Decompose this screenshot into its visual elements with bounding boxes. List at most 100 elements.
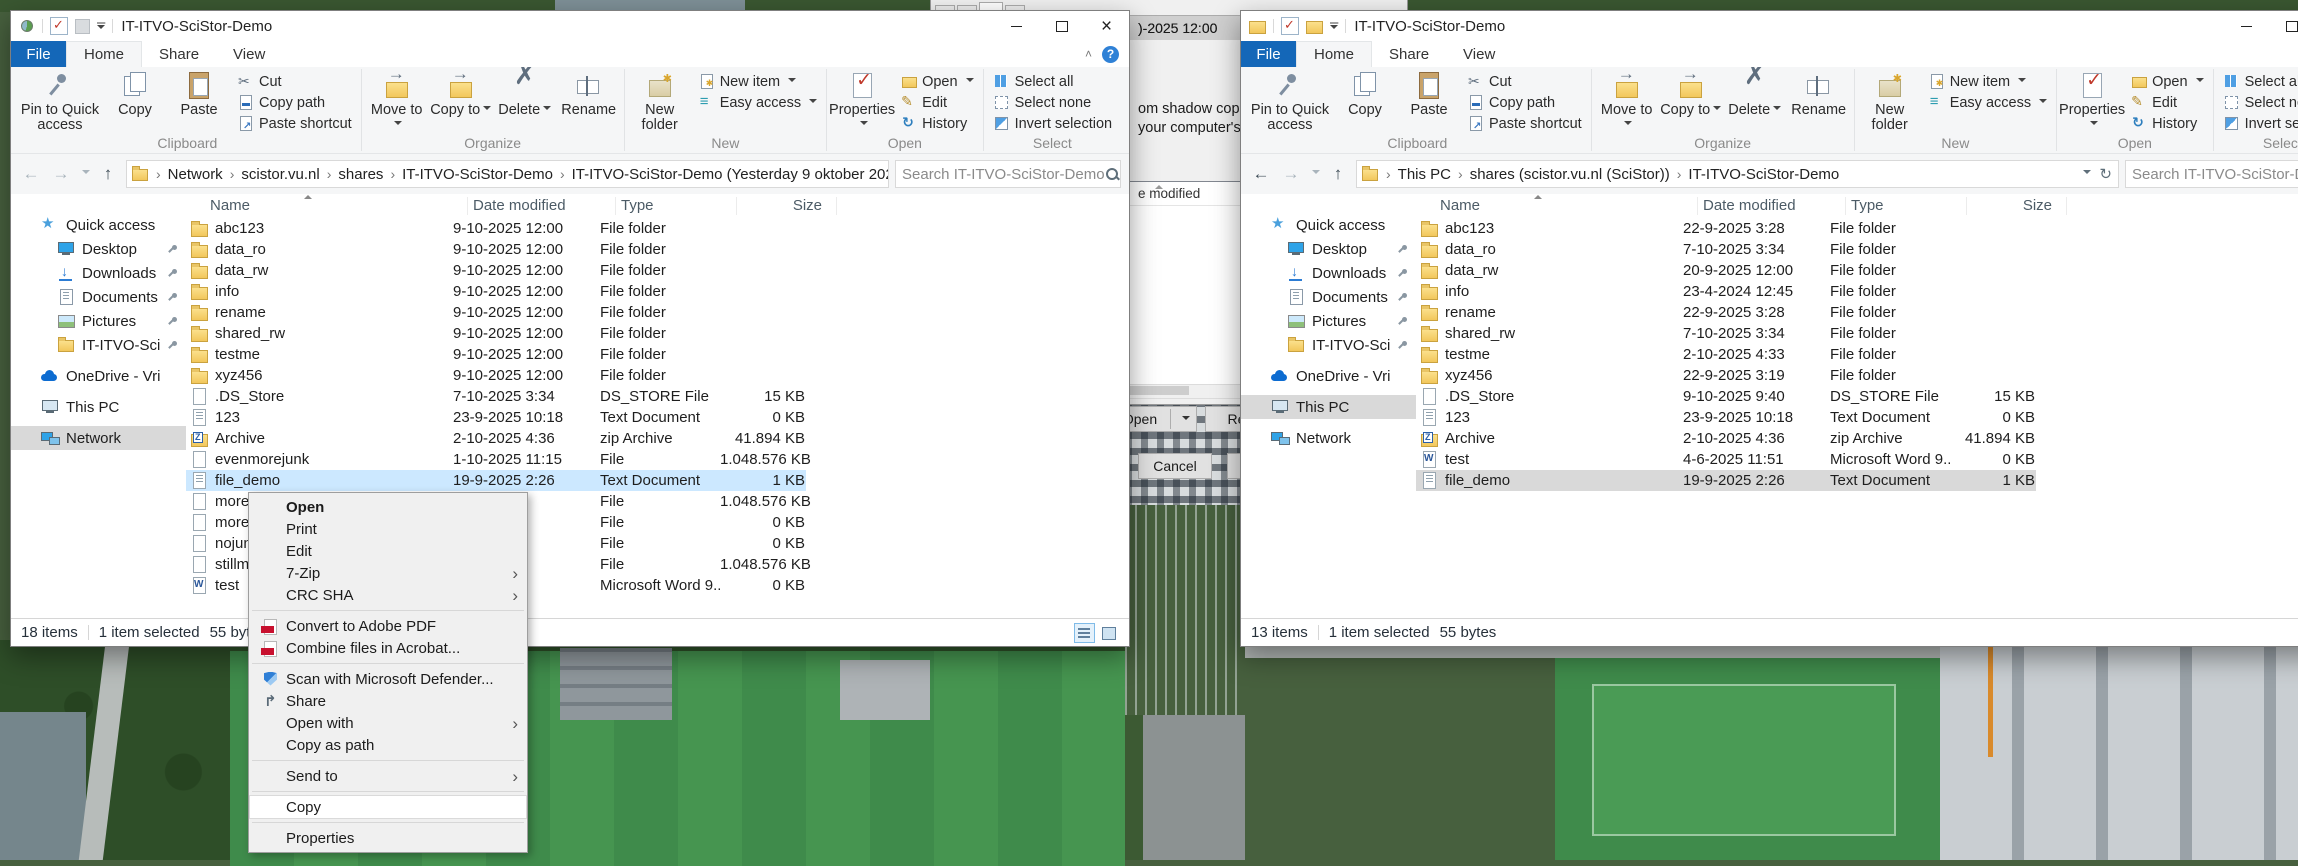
column-header-date-modified[interactable]: Date modified (1698, 197, 1846, 215)
paste-button[interactable]: Paste (1397, 68, 1461, 120)
properties-shortcut-icon[interactable] (50, 17, 68, 35)
sidebar-item[interactable]: IT-ITVO-SciStor-I (1241, 333, 1416, 357)
paste-button[interactable]: Paste (167, 68, 231, 120)
file-row[interactable]: data_rw 9-10-2025 12:00 File folder (186, 260, 806, 281)
copy-button[interactable]: Copy (103, 68, 167, 120)
tab-file[interactable]: File (1241, 41, 1296, 67)
copy-button[interactable]: Copy (1333, 68, 1397, 120)
copy-path-button[interactable]: Copy path (231, 92, 358, 113)
context-menu-item[interactable]: Open with (250, 712, 526, 734)
column-header-name[interactable]: Name (186, 195, 468, 215)
file-row[interactable]: xyz456 22-9-2025 3:19 File folder (1416, 365, 2036, 386)
properties-button[interactable]: Properties (829, 68, 895, 135)
details-view-button[interactable] (1074, 622, 1095, 643)
delete-button[interactable]: Delete (493, 68, 557, 120)
copy-to-button[interactable]: Copy to (429, 67, 493, 120)
tab-share[interactable]: Share (142, 41, 216, 67)
file-row[interactable]: 123 23-9-2025 10:18 Text Document 0 KB (1416, 407, 2036, 428)
select-all-button[interactable]: Select all (2217, 71, 2298, 92)
paste-shortcut-button[interactable]: Paste shortcut (231, 113, 358, 134)
sidebar-item[interactable]: Downloads (11, 261, 186, 285)
properties-shortcut-icon[interactable] (1281, 17, 1299, 35)
sidebar-item[interactable]: Desktop (11, 237, 186, 261)
file-row[interactable]: Archive 2-10-2025 4:36 zip Archive 41.89… (1416, 428, 2036, 449)
customize-toolbar-icon[interactable]: – (1330, 15, 1338, 33)
context-menu-item[interactable]: Print (250, 518, 526, 540)
file-row[interactable]: xyz456 9-10-2025 12:00 File folder (186, 365, 806, 386)
recent-locations-icon[interactable] (82, 170, 90, 178)
file-row[interactable]: shared_rw 7-10-2025 3:34 File folder (1416, 323, 2036, 344)
context-menu-item[interactable]: Open (250, 496, 526, 518)
new-folder-shortcut-icon[interactable] (75, 18, 90, 34)
sidebar-item[interactable]: Documents (11, 285, 186, 309)
tab-view[interactable]: View (1446, 41, 1512, 67)
sidebar-item[interactable]: Pictures (1241, 309, 1416, 333)
back-button[interactable]: ← (19, 162, 43, 186)
back-button[interactable]: ← (1249, 162, 1273, 186)
minimize-button[interactable] (994, 11, 1039, 41)
breadcrumb-item[interactable]: scistor.vu.nl (223, 166, 319, 183)
paste-shortcut-button[interactable]: Paste shortcut (1461, 113, 1588, 134)
history-button[interactable]: History (894, 113, 979, 134)
file-row[interactable]: file_demo 19-9-2025 2:26 Text Document 1… (186, 470, 806, 491)
breadcrumb-item[interactable]: shares (320, 166, 383, 183)
new-folder-shortcut-icon[interactable] (1306, 20, 1323, 34)
breadcrumb-item[interactable]: IT-ITVO-SciStor-Demo (1670, 166, 1839, 183)
breadcrumb-item[interactable]: IT-ITVO-SciStor-Demo (383, 166, 553, 183)
large-icons-view-button[interactable] (1098, 623, 1119, 643)
context-menu-item[interactable]: Copy (249, 795, 527, 819)
delete-button[interactable]: Delete (1723, 68, 1787, 120)
sidebar-item[interactable]: IT-ITVO-SciStor-I (11, 333, 186, 357)
context-menu-item[interactable]: Copy as path (250, 734, 526, 756)
file-row[interactable]: abc123 22-9-2025 3:28 File folder (1416, 218, 2036, 239)
context-menu-item[interactable] (252, 760, 524, 761)
file-row[interactable]: evenmorejunk 1-10-2025 11:15 File 1.048.… (186, 449, 811, 470)
sidebar-item[interactable]: Network (11, 426, 186, 450)
rename-button[interactable]: Rename (557, 68, 621, 120)
sidebar-item[interactable]: Desktop (1241, 237, 1416, 261)
minimize-button[interactable] (2224, 11, 2269, 41)
context-menu-item[interactable]: Scan with Microsoft Defender... (250, 668, 526, 690)
properties-button[interactable]: Properties (2059, 68, 2125, 135)
context-menu-item[interactable] (252, 663, 524, 664)
new-item-button[interactable]: New item (1922, 71, 2053, 92)
file-row[interactable]: data_rw 20-9-2025 12:00 File folder (1416, 260, 2036, 281)
file-row[interactable]: Archive 2-10-2025 4:36 zip Archive 41.89… (186, 428, 806, 449)
breadcrumb-item[interactable]: Network (149, 166, 223, 183)
file-row[interactable]: rename 22-9-2025 3:28 File folder (1416, 302, 2036, 323)
tab-file[interactable]: File (11, 41, 66, 67)
maximize-button[interactable] (1039, 11, 1084, 41)
context-menu-item[interactable]: Send to (250, 765, 526, 787)
title-bar[interactable]: – IT-ITVO-SciStor-Demo (11, 11, 1129, 41)
sidebar-item[interactable]: Pictures (11, 309, 186, 333)
sidebar-item[interactable]: Downloads (1241, 261, 1416, 285)
new-folder-button[interactable]: New folder (1858, 68, 1922, 135)
pin-to-quick-access-button[interactable]: Pin to Quick access (17, 68, 103, 135)
file-row[interactable]: testme 2-10-2025 4:33 File folder (1416, 344, 2036, 365)
column-header-size[interactable]: Size (1967, 197, 2067, 215)
edit-button[interactable]: Edit (2124, 92, 2209, 113)
context-menu-item[interactable]: Convert to Adobe PDF (250, 615, 526, 637)
context-menu-item[interactable]: Combine files in Acrobat... (250, 637, 526, 659)
sidebar-item[interactable]: This PC (11, 395, 186, 419)
edit-button[interactable]: Edit (894, 92, 979, 113)
move-to-button[interactable]: Move to (365, 67, 429, 135)
file-row[interactable]: rename 9-10-2025 12:00 File folder (186, 302, 806, 323)
new-folder-button[interactable]: New folder (628, 68, 692, 135)
column-header-name[interactable]: Name (1416, 195, 1698, 215)
sidebar-item[interactable]: Network (1241, 426, 1416, 450)
context-menu-item[interactable] (252, 610, 524, 611)
breadcrumb-item[interactable]: IT-ITVO-SciStor-Demo (Yesterday 9 oktobe… (553, 166, 888, 183)
open-button[interactable]: Open (894, 71, 979, 92)
context-menu-item[interactable]: CRC SHA (250, 584, 526, 606)
context-menu-item[interactable]: Share (250, 690, 526, 712)
file-row[interactable]: abc123 9-10-2025 12:00 File folder (186, 218, 806, 239)
recent-locations-icon[interactable] (1312, 170, 1320, 178)
pin-to-quick-access-button[interactable]: Pin to Quick access (1247, 68, 1333, 135)
sidebar-item[interactable]: Quick access (1241, 213, 1416, 237)
dialog-cancel-button[interactable]: Cancel (1138, 453, 1212, 479)
easy-access-button[interactable]: Easy access (1922, 92, 2053, 113)
invert-selection-button[interactable]: Invert selection (987, 113, 1119, 134)
context-menu-item[interactable] (252, 791, 524, 792)
sidebar-item[interactable]: OneDrive - Vrije Univ (11, 364, 186, 388)
